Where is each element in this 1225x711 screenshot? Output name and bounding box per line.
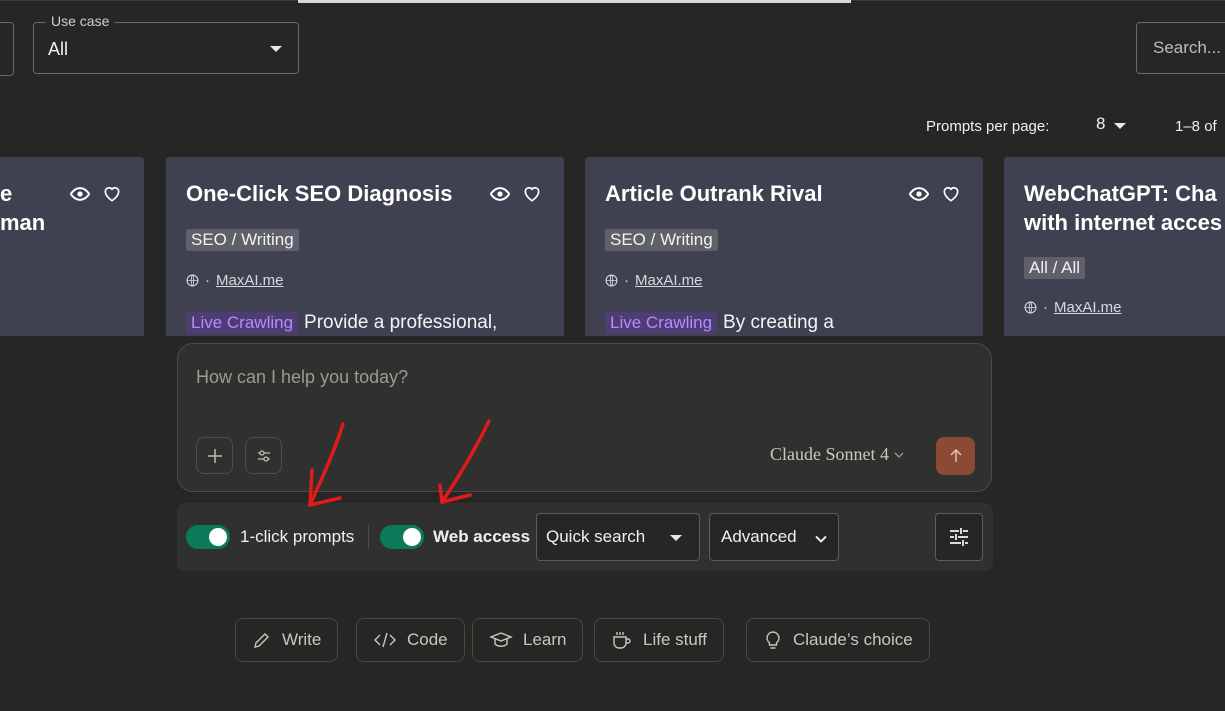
arrow-up-icon xyxy=(949,448,962,462)
use-case-select[interactable]: Use case All xyxy=(33,13,299,74)
search-mode-select[interactable]: Quick search xyxy=(536,513,700,561)
partial-filter-select[interactable] xyxy=(0,22,14,76)
card-source: · MaxAI.me xyxy=(186,272,284,289)
per-page-label: Prompts per page: xyxy=(926,118,1050,135)
card-description: Live Crawling Provide a professional, xyxy=(186,312,497,334)
chip-label: Code xyxy=(407,630,448,649)
graduation-cap-icon xyxy=(489,632,513,647)
eye-icon[interactable] xyxy=(490,184,510,204)
chevron-down-icon xyxy=(894,452,904,458)
per-page-select[interactable]: 8 xyxy=(1096,114,1105,134)
prompts-toggle[interactable] xyxy=(186,525,230,549)
advanced-select[interactable]: Advanced xyxy=(709,513,839,561)
caret-down-icon xyxy=(270,46,282,52)
card-title: WebChatGPT: Cha with internet acces xyxy=(1024,181,1223,235)
prompt-card-row: e man One-Click SEO Diagnosis SEO / Writ… xyxy=(0,157,1225,336)
heart-icon[interactable] xyxy=(941,184,961,204)
caret-down-icon xyxy=(670,535,682,541)
globe-icon xyxy=(186,274,199,287)
prompt-card[interactable]: Article Outrank Rival SEO / Writing · Ma… xyxy=(585,157,983,336)
plus-icon xyxy=(207,448,222,463)
card-title: Article Outrank Rival xyxy=(605,181,823,206)
prompts-toggle-label: 1-click prompts xyxy=(240,527,355,546)
model-selector[interactable]: Claude Sonnet 4 xyxy=(770,444,905,465)
learn-chip[interactable]: Learn xyxy=(472,618,584,662)
search-placeholder: Search... xyxy=(1153,38,1222,57)
advanced-label: Advanced xyxy=(721,527,797,546)
card-description-text: By creating a xyxy=(723,312,834,333)
prompt-card[interactable]: WebChatGPT: Cha with internet acces All … xyxy=(1004,157,1225,336)
search-mode-value: Quick search xyxy=(546,527,646,546)
add-attachment-button[interactable] xyxy=(196,437,233,474)
toolbar-divider xyxy=(368,525,369,549)
card-title: One-Click SEO Diagnosis xyxy=(186,181,453,206)
chip-label: Life stuff xyxy=(643,630,707,649)
category-tag: All / All xyxy=(1024,257,1086,279)
prompt-card[interactable]: e man xyxy=(0,157,144,336)
prompt-card[interactable]: One-Click SEO Diagnosis SEO / Writing · … xyxy=(166,157,564,336)
card-actions xyxy=(70,184,122,204)
chip-label: Write xyxy=(282,630,322,649)
card-source: · MaxAI.me xyxy=(605,272,703,289)
active-tab-indicator xyxy=(298,0,851,3)
pagination-range: 1–8 of xyxy=(1175,118,1217,135)
eye-icon[interactable] xyxy=(909,184,929,204)
web-access-toggle[interactable] xyxy=(380,525,424,549)
live-crawling-badge: Live Crawling xyxy=(186,312,299,334)
send-button[interactable] xyxy=(936,437,975,475)
use-case-label: Use case xyxy=(46,13,115,29)
extension-toolbar: 1-click prompts Web access Quick search … xyxy=(177,503,993,571)
heart-icon[interactable] xyxy=(102,184,122,204)
card-actions xyxy=(490,184,542,204)
source-separator: · xyxy=(205,272,210,289)
claudes-choice-chip[interactable]: Claude’s choice xyxy=(746,618,930,662)
source-separator: · xyxy=(1043,299,1048,316)
code-icon xyxy=(374,632,396,648)
live-crawling-badge: Live Crawling xyxy=(605,312,718,334)
message-input[interactable]: How can I help you today? xyxy=(196,367,408,388)
card-description-text: Provide a professional, xyxy=(304,312,498,333)
card-actions xyxy=(909,184,961,204)
message-composer[interactable]: How can I help you today? Claude Sonnet … xyxy=(177,343,992,492)
category-tag: SEO / Writing xyxy=(605,229,718,251)
toggle-knob xyxy=(209,528,227,546)
source-separator: · xyxy=(624,272,629,289)
eye-icon[interactable] xyxy=(70,184,90,204)
tune-icon xyxy=(950,528,968,546)
chip-label: Learn xyxy=(523,630,567,649)
tools-button[interactable] xyxy=(245,437,282,474)
use-case-value: All xyxy=(48,39,69,59)
chip-label: Claude’s choice xyxy=(793,630,913,649)
card-description: Live Crawling By creating a xyxy=(605,312,834,334)
toggle-knob xyxy=(403,528,421,546)
code-chip[interactable]: Code xyxy=(356,618,465,662)
category-tag: SEO / Writing xyxy=(186,229,299,251)
coffee-cup-icon xyxy=(613,632,631,649)
write-chip[interactable]: Write xyxy=(235,618,339,662)
card-source: · MaxAI.me xyxy=(1024,299,1122,316)
life-stuff-chip[interactable]: Life stuff xyxy=(594,618,724,662)
model-name: Claude Sonnet 4 xyxy=(770,444,889,464)
sliders-icon xyxy=(257,449,270,462)
settings-button[interactable] xyxy=(935,513,983,561)
globe-icon xyxy=(605,274,618,287)
source-link[interactable]: MaxAI.me xyxy=(1054,299,1122,316)
web-access-label: Web access xyxy=(433,527,531,546)
heart-icon[interactable] xyxy=(522,184,542,204)
chevron-down-icon xyxy=(815,535,827,543)
pencil-icon xyxy=(254,633,269,648)
caret-down-icon[interactable] xyxy=(1114,123,1126,129)
lightbulb-icon xyxy=(766,631,780,649)
search-input[interactable]: Search... xyxy=(1136,22,1225,74)
source-link[interactable]: MaxAI.me xyxy=(216,272,284,289)
source-link[interactable]: MaxAI.me xyxy=(635,272,703,289)
globe-icon xyxy=(1024,301,1037,314)
